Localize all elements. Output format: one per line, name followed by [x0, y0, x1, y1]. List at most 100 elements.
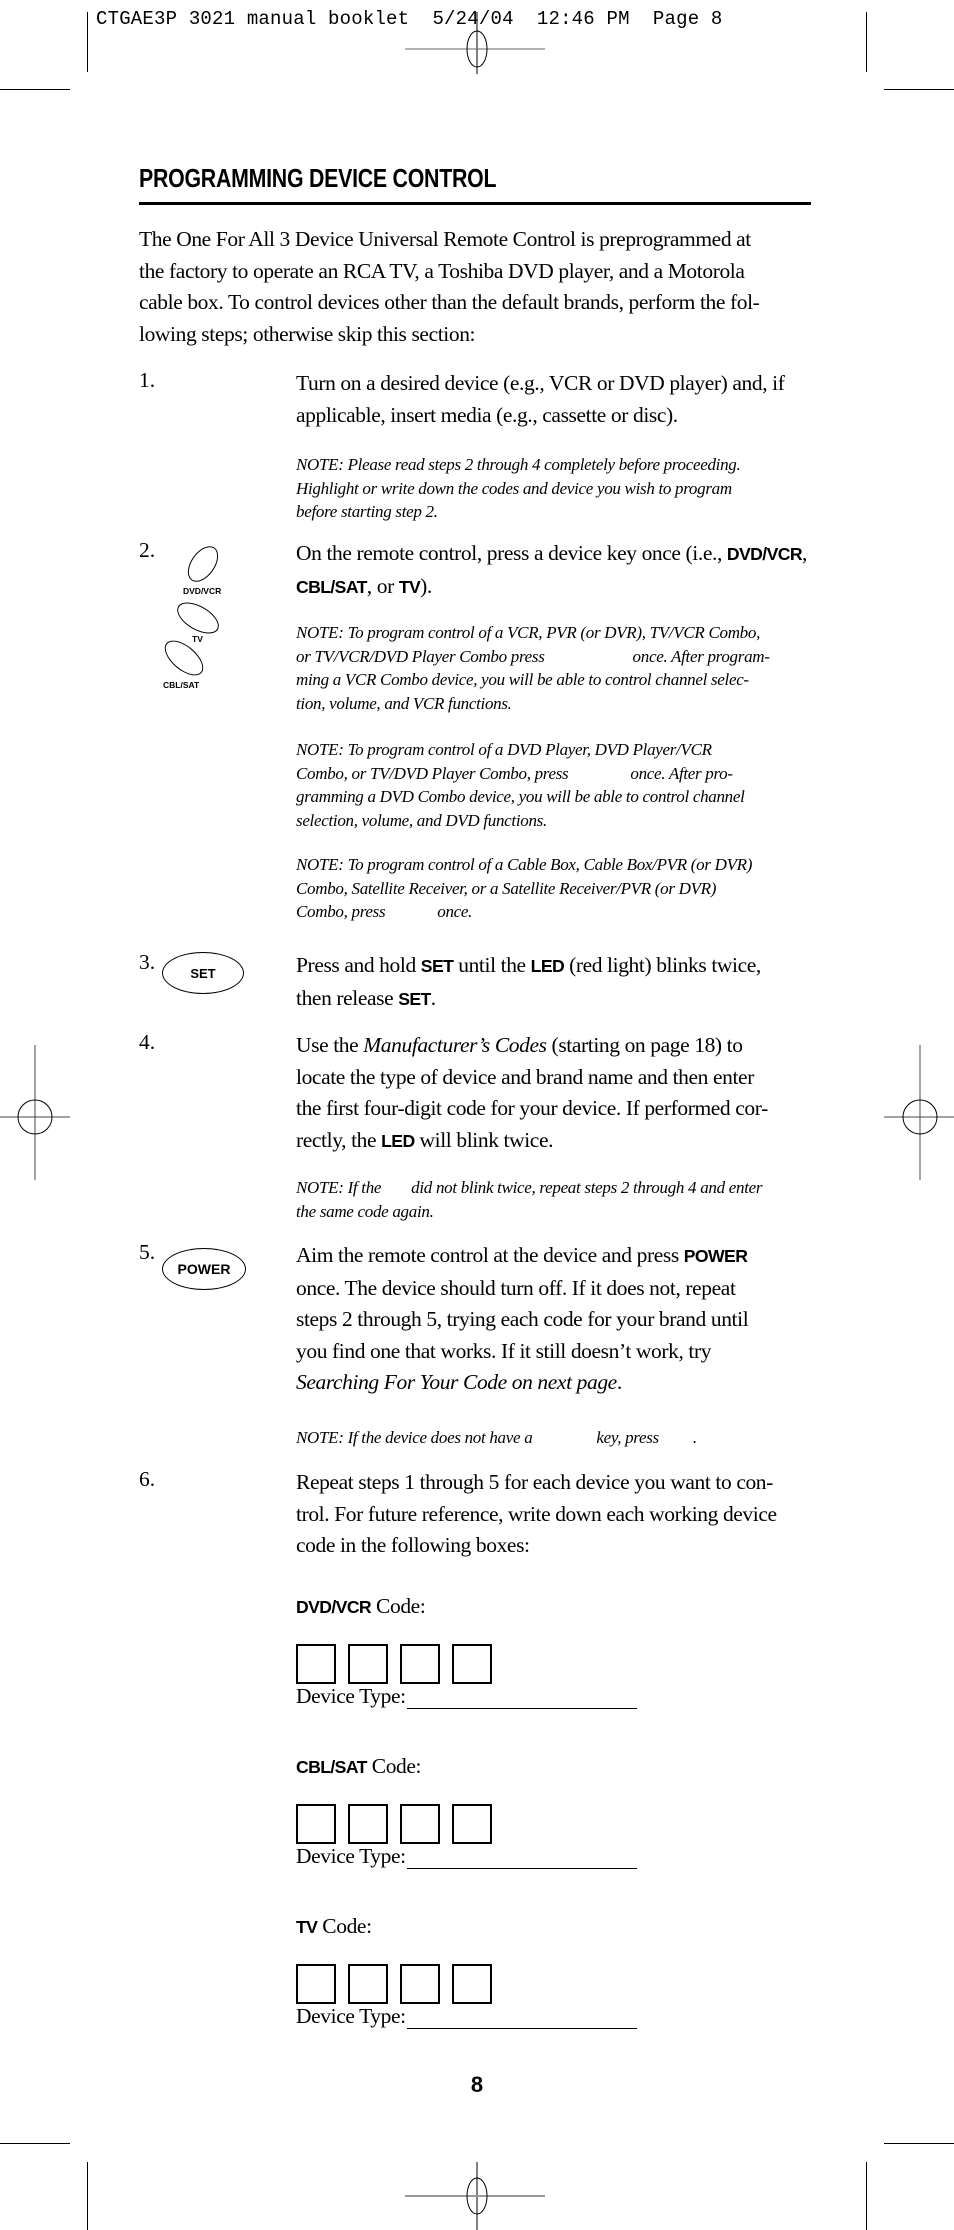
text: once. — [437, 902, 473, 921]
text: once. After program- — [632, 646, 770, 666]
text-line: applicable, insert media (e.g., cassette… — [296, 402, 678, 427]
text-line: selection, volume, and DVD functions. — [296, 810, 547, 830]
step-2-text: On the remote control, press a device ke… — [296, 538, 821, 603]
text-line: On the remote control, press a device ke… — [296, 538, 821, 571]
text: . — [692, 1428, 697, 1447]
step-5-note: NOTE: If the device does not have a key, … — [296, 1426, 821, 1450]
reference-link: Searching For Your Code on next page — [296, 1370, 617, 1394]
step-6-text: Repeat steps 1 through 5 for each device… — [296, 1467, 821, 1562]
code-digit-box[interactable] — [348, 1804, 388, 1844]
text-line: once. The device should turn off. If it … — [296, 1275, 736, 1300]
registration-mark-icon — [405, 12, 545, 74]
key-name: LED — [381, 1130, 415, 1151]
text: rectly, the — [296, 1127, 382, 1152]
code-digit-box[interactable] — [400, 1964, 440, 2004]
intro-line: cable box. To control devices other than… — [139, 290, 760, 314]
text: will blink twice. — [414, 1127, 554, 1152]
code-digit-box[interactable] — [452, 1644, 492, 1684]
step-2-note-cable: NOTE: To program control of a Cable Box,… — [296, 853, 821, 924]
text: , — [801, 541, 807, 565]
text: once. After pro- — [630, 763, 733, 783]
step-3-text: Press and hold SET until the LED (red li… — [296, 950, 821, 1015]
text-line: Aim the remote control at the device and… — [296, 1240, 821, 1273]
device-type-blank[interactable] — [406, 1846, 637, 1869]
text-line: trol. For future reference, write down e… — [296, 1501, 777, 1526]
text: On the remote control, press a device ke… — [296, 541, 727, 565]
code-label: CBL/SAT Code: — [296, 1754, 422, 1779]
code-digit-box[interactable] — [452, 1964, 492, 2004]
text: . — [430, 985, 436, 1010]
key-name: DVD/VCR — [726, 544, 803, 564]
code-label: TV Code: — [296, 1914, 372, 1939]
text: ). — [420, 573, 432, 598]
step-2-note-dvd: NOTE: To program control of a DVD Player… — [296, 738, 821, 832]
page-number: 8 — [470, 2072, 484, 2097]
text: , or — [366, 573, 399, 598]
key-name: LED — [530, 956, 565, 976]
text-line: CBL/SAT, or TV). — [296, 571, 821, 604]
set-button-icon: SET — [162, 952, 244, 994]
key-name: CBL/SAT — [296, 1757, 367, 1777]
step-number: 2. — [139, 538, 156, 562]
text-line: NOTE: To program control of a DVD Player… — [296, 740, 712, 759]
text-line: code in the following boxes: — [296, 1533, 530, 1557]
device-type-field: Device Type: — [296, 1684, 637, 1709]
code-digit-box[interactable] — [296, 1804, 336, 1844]
device-type-blank[interactable] — [406, 1686, 637, 1709]
registration-mark-icon — [884, 1045, 954, 1180]
step-number: 1. — [139, 368, 156, 392]
cbl-sat-key-label: CBL/SAT — [163, 680, 200, 690]
text-line: then release SET. — [296, 983, 821, 1016]
text: or TV/VCR/DVD Player Combo press — [296, 646, 545, 666]
step-1-text: Turn on a desired device (e.g., VCR or D… — [296, 368, 821, 431]
code-boxes — [296, 1644, 492, 1684]
device-type-blank[interactable] — [406, 2006, 637, 2029]
intro-line: lowing steps; otherwise skip this sectio… — [139, 321, 476, 346]
text: then release — [296, 985, 399, 1010]
step-1-note: NOTE: Please read steps 2 through 4 comp… — [296, 453, 821, 524]
text: . — [616, 1370, 622, 1394]
text-line: you find one that works. If it still doe… — [296, 1338, 712, 1363]
device-type-label: Device Type: — [296, 1684, 406, 1708]
text: Code: — [371, 1594, 426, 1618]
text-line: NOTE: If the did not blink twice, repeat … — [296, 1176, 821, 1200]
text-line: NOTE: If the device does not have a key, … — [296, 1426, 821, 1450]
code-boxes — [296, 1964, 492, 2004]
key-name: SET — [398, 988, 431, 1009]
key-name: DVD/VCR — [296, 1597, 372, 1617]
text: Combo, press — [296, 902, 386, 921]
text-line: Repeat steps 1 through 5 for each device… — [296, 1470, 773, 1494]
step-number: 3. — [139, 950, 156, 974]
code-digit-box[interactable] — [452, 1804, 492, 1844]
crop-mark — [87, 2162, 88, 2230]
code-boxes — [296, 1804, 492, 1844]
code-digit-box[interactable] — [296, 1964, 336, 2004]
code-digit-box[interactable] — [400, 1644, 440, 1684]
key-name: TV — [296, 1917, 318, 1937]
power-button-icon: POWER — [162, 1248, 246, 1290]
code-digit-box[interactable] — [400, 1804, 440, 1844]
step-number: 6. — [139, 1467, 156, 1491]
text-line: tion, volume, and VCR functions. — [296, 693, 512, 713]
code-digit-box[interactable] — [348, 1964, 388, 2004]
code-digit-box[interactable] — [348, 1644, 388, 1684]
text-line: gramming a DVD Combo device, you will be… — [296, 787, 745, 806]
registration-mark-icon — [405, 2162, 545, 2230]
crop-mark — [0, 2143, 70, 2144]
text-line: Press and hold SET until the LED (red li… — [296, 950, 821, 983]
text: Code: — [366, 1754, 422, 1778]
code-label: DVD/VCR Code: — [296, 1594, 426, 1619]
text: (starting on page 18) to — [546, 1033, 743, 1057]
text-line: Combo, Satellite Receiver, or a Satellit… — [296, 878, 717, 898]
step-2-note-vcr: NOTE: To program control of a VCR, PVR (… — [296, 621, 821, 715]
text-line: Turn on a desired device (e.g., VCR or D… — [296, 371, 785, 395]
step-4-note: NOTE: If the did not blink twice, repeat … — [296, 1176, 821, 1223]
text: NOTE: If the — [296, 1178, 382, 1197]
text-line: Use the Manufacturer’s Codes (starting o… — [296, 1030, 821, 1062]
code-digit-box[interactable] — [296, 1644, 336, 1684]
crop-mark — [884, 2143, 954, 2144]
crop-mark — [0, 89, 70, 90]
text: (red light) blinks twice, — [564, 953, 761, 977]
text: Use the — [296, 1033, 364, 1057]
intro-line: the factory to operate an RCA TV, a Tosh… — [139, 258, 745, 283]
